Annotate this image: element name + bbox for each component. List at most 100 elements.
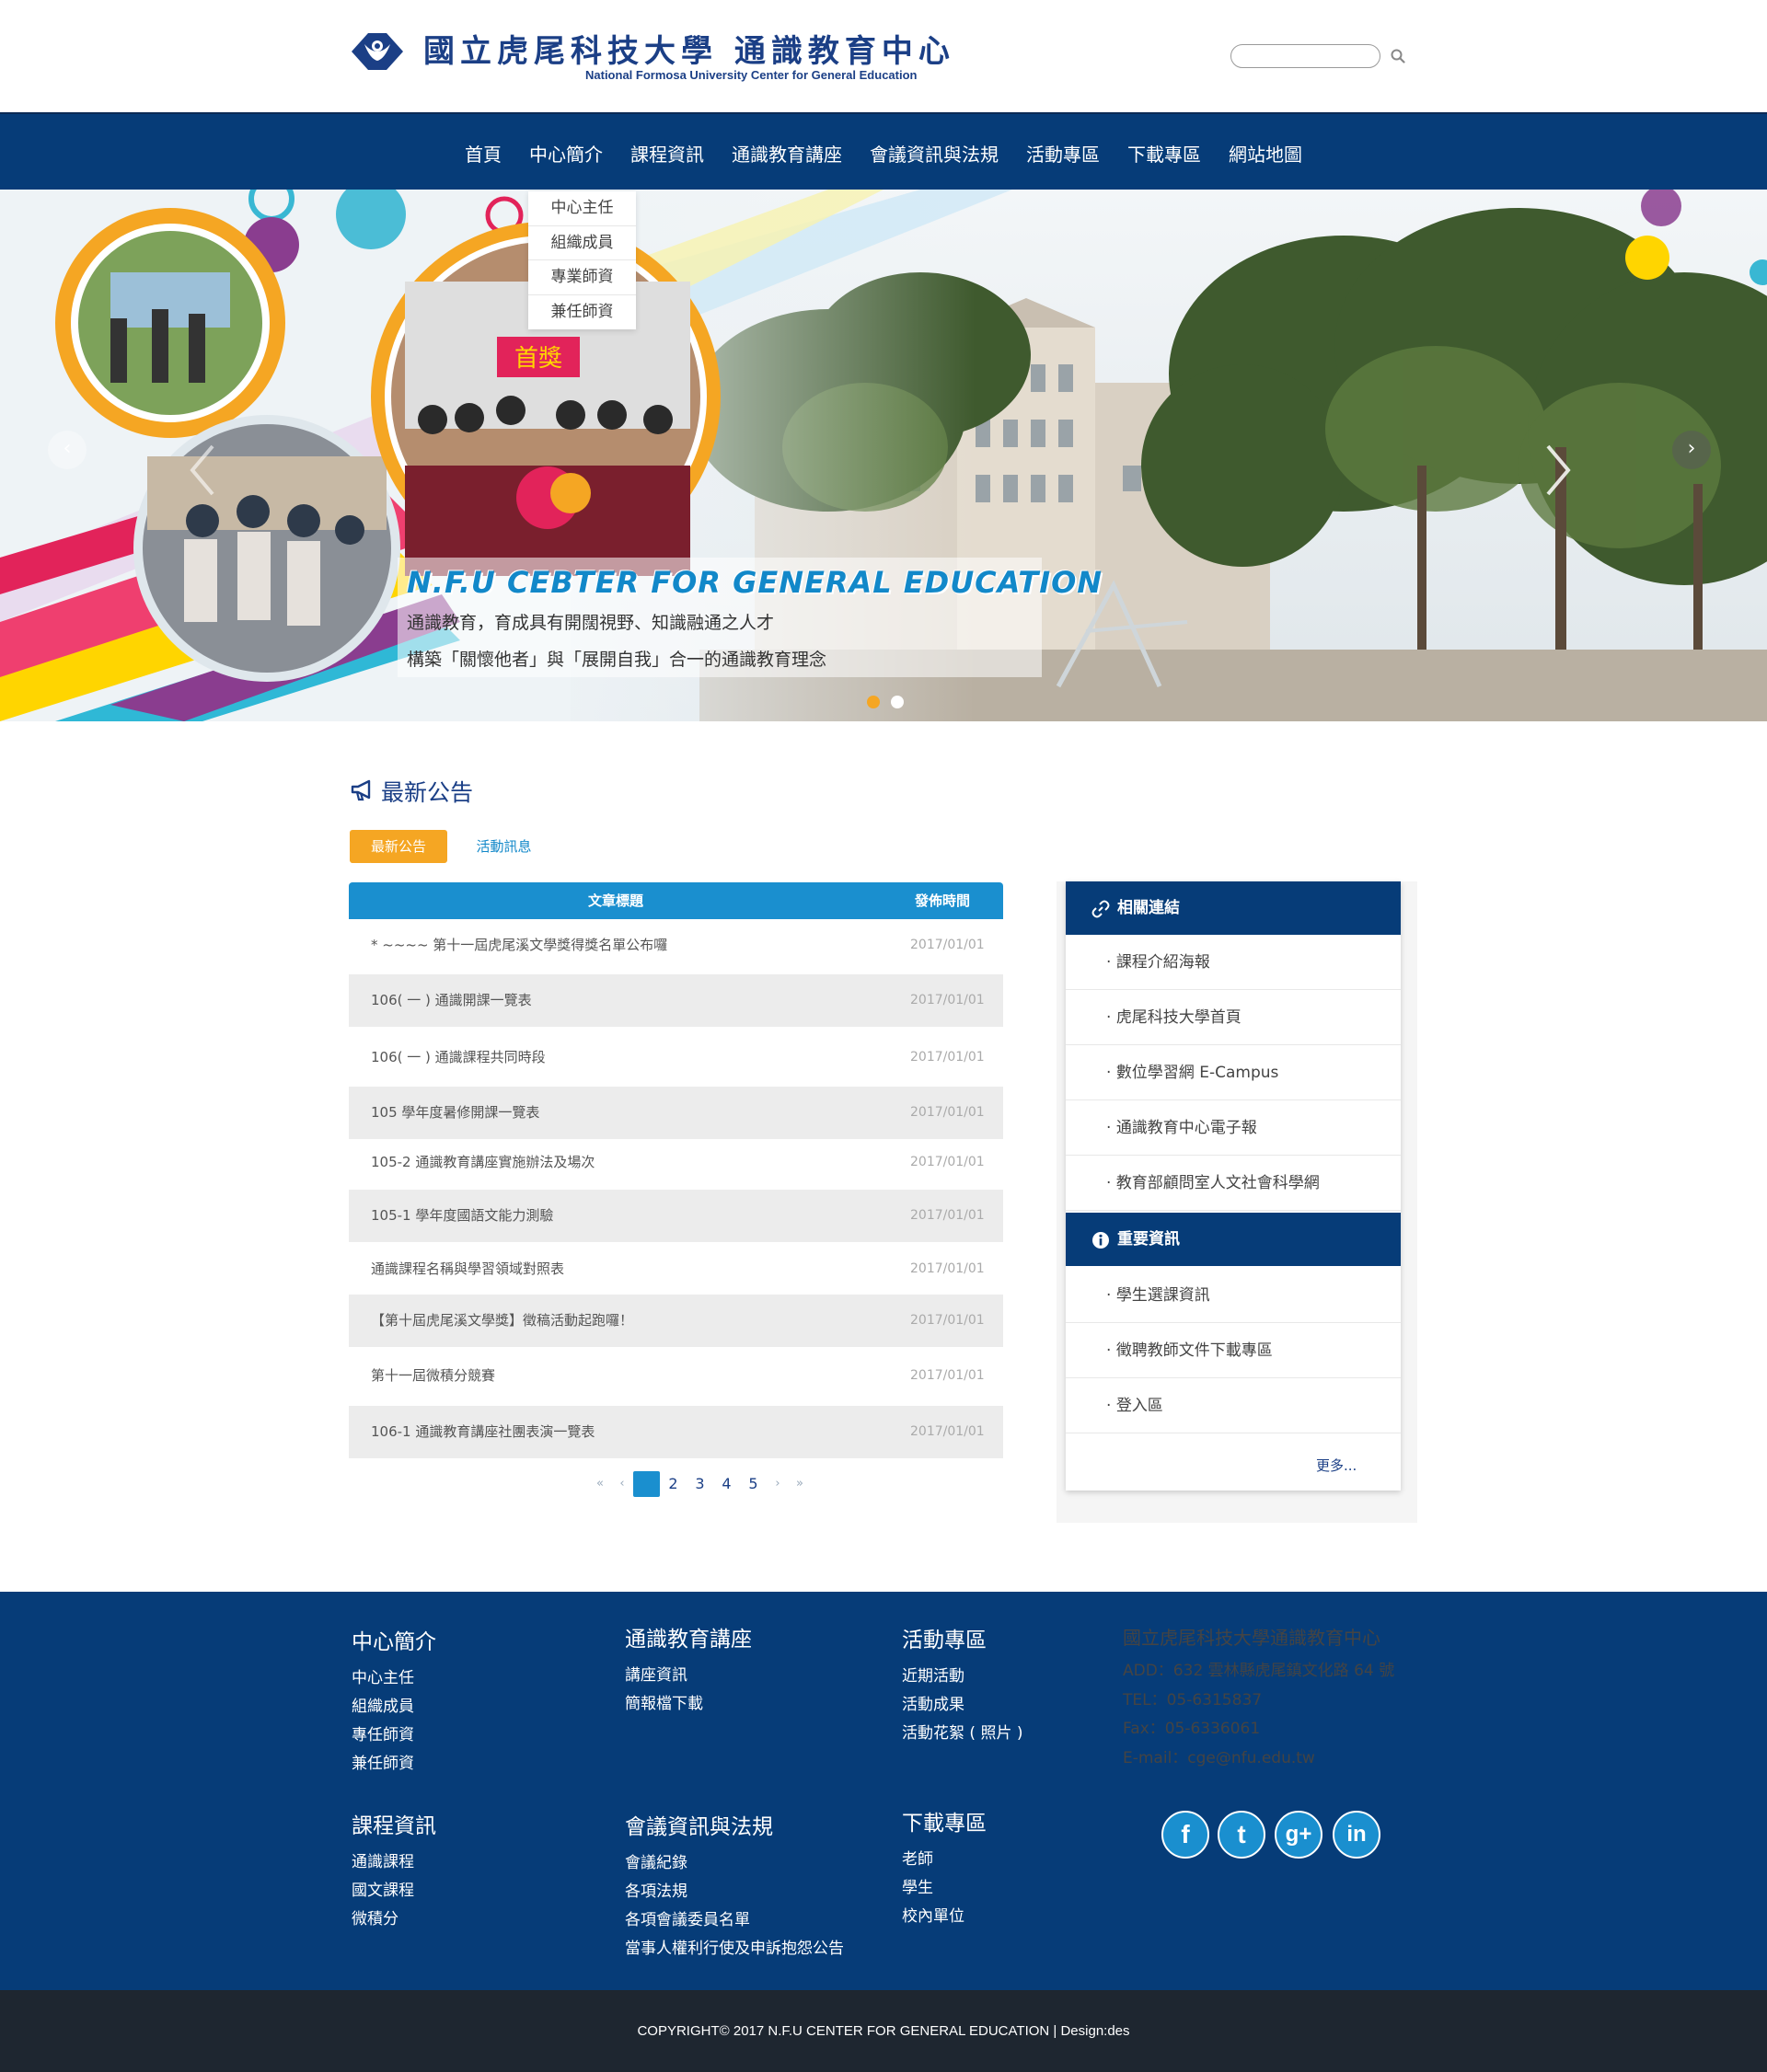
pagination-page-1[interactable]: 1	[633, 1471, 660, 1497]
carousel-prev-button[interactable]: ‹	[48, 431, 87, 469]
search-icon[interactable]	[1390, 48, 1406, 64]
pagination-last-button[interactable]: »	[789, 1471, 811, 1497]
photo-banner-text: 首獎	[514, 345, 562, 373]
footer-link-rights-complaints[interactable]: 當事人權利行使及申訴抱怨公告	[625, 1935, 844, 1963]
footer-link-recent-activities[interactable]: 近期活動	[902, 1663, 1022, 1691]
hero-caption: N.F.U CEBTER FOR GENERAL EDUCATION 通識教育，…	[398, 559, 1102, 670]
about-dropdown-menu: 中心主任 組織成員 專業師資 兼任師資	[528, 191, 636, 329]
google-plus-icon[interactable]: g+	[1275, 1811, 1322, 1859]
row-title[interactable]: 105 學年度暑修開課一覽表	[371, 1087, 539, 1139]
related-link-newsletter[interactable]: · 通識教育中心電子報	[1066, 1100, 1401, 1156]
related-link-ecampus[interactable]: · 數位學習網 E-Campus	[1066, 1045, 1401, 1100]
footer-col-lectures: 通識教育講座 講座資訊 簡報檔下載	[625, 1621, 752, 1719]
copyright-bar: COPYRIGHT© 2017 N.F.U CENTER FOR GENERAL…	[0, 1990, 1767, 2072]
twitter-icon[interactable]: t	[1218, 1811, 1265, 1859]
info-link-course-selection[interactable]: · 學生選課資訊	[1066, 1268, 1401, 1323]
table-row[interactable]: 第十一屆微積分競賽 2017/01/01	[349, 1350, 1003, 1402]
related-links-title: 相關連結	[1117, 899, 1180, 917]
nav-item-downloads[interactable]: 下載專區	[1114, 140, 1215, 167]
table-row[interactable]: * ~~~~ 第十一屆虎尾溪文學獎得獎名單公布囉 2017/01/01	[349, 919, 1003, 972]
footer-link-chinese-courses[interactable]: 國文課程	[352, 1877, 436, 1905]
row-title[interactable]: 通識課程名稱與學習領域對照表	[371, 1243, 564, 1295]
footer-link-regulations[interactable]: 各項法規	[625, 1878, 844, 1906]
table-row[interactable]: 【第十屆虎尾溪文學獎】徵稿活動起跑囉！ 2017/01/01	[349, 1295, 1003, 1347]
footer-link-slides-download[interactable]: 簡報檔下載	[625, 1690, 752, 1719]
table-row[interactable]: 106( 一 ) 通識開課一覽表 2017/01/01	[349, 974, 1003, 1027]
logo-english-name: National Formosa University Center for G…	[585, 68, 918, 82]
dropdown-item-director[interactable]: 中心主任	[528, 191, 636, 226]
nav-item-home[interactable]: 首頁	[451, 140, 515, 167]
footer-link-calculus[interactable]: 微積分	[352, 1905, 436, 1934]
more-link[interactable]: 更多...	[1316, 1456, 1357, 1475]
footer-link-teachers[interactable]: 老師	[902, 1846, 987, 1874]
linkedin-icon[interactable]: in	[1333, 1811, 1380, 1859]
table-row[interactable]: 105 學年度暑修開課一覽表 2017/01/01	[349, 1087, 1003, 1139]
nav-item-activities[interactable]: 活動專區	[1012, 140, 1114, 167]
chevron-right-icon[interactable]	[1544, 443, 1572, 498]
pagination-next-button[interactable]: ›	[767, 1471, 789, 1497]
pagination-page-2[interactable]: 2	[660, 1471, 687, 1497]
dropdown-item-members[interactable]: 組織成員	[528, 226, 636, 260]
footer-link-lecture-info[interactable]: 講座資訊	[625, 1662, 752, 1690]
related-link-course-poster[interactable]: · 課程介紹海報	[1066, 935, 1401, 990]
dropdown-item-adjunct-faculty[interactable]: 兼任師資	[528, 295, 636, 330]
nav-item-about[interactable]: 中心簡介	[515, 140, 617, 167]
info-link-faculty-recruitment[interactable]: · 徵聘教師文件下載專區	[1066, 1323, 1401, 1378]
tab-latest-news[interactable]: 最新公告	[350, 830, 447, 863]
chevron-left-icon[interactable]	[189, 443, 216, 498]
related-link-moe-humanities[interactable]: · 教育部顧問室人文社會科學網	[1066, 1156, 1401, 1211]
table-row[interactable]: 通識課程名稱與學習領域對照表 2017/01/01	[349, 1243, 1003, 1295]
footer-link-committee-list[interactable]: 各項會議委員名單	[625, 1906, 844, 1935]
row-date: 2017/01/01	[910, 1424, 985, 1439]
nav-item-lectures[interactable]: 通識教育講座	[718, 140, 856, 167]
pagination-prev-button[interactable]: ‹	[611, 1471, 633, 1497]
dropdown-item-faculty[interactable]: 專業師資	[528, 260, 636, 295]
pagination-page-5[interactable]: 5	[740, 1471, 767, 1497]
row-title[interactable]: * ~~~~ 第十一屆虎尾溪文學獎得獎名單公布囉	[371, 919, 667, 972]
site-footer	[0, 1592, 1767, 1990]
tab-activity-news[interactable]: 活動訊息	[460, 830, 548, 863]
carousel-next-button[interactable]: ›	[1672, 431, 1711, 469]
site-logo[interactable]: 國立虎尾科技大學 通識教育中心 National Formosa Univers…	[348, 24, 950, 88]
row-date: 2017/01/01	[910, 1368, 985, 1383]
footer-link-students[interactable]: 學生	[902, 1874, 987, 1903]
table-row[interactable]: 106-1 通識教育講座社團表演一覽表 2017/01/01	[349, 1406, 1003, 1458]
footer-link-director[interactable]: 中心主任	[352, 1664, 436, 1693]
footer-link-activity-results[interactable]: 活動成果	[902, 1691, 1022, 1720]
row-title[interactable]: 106( 一 ) 通識開課一覽表	[371, 974, 532, 1027]
footer-link-campus-units[interactable]: 校內單位	[902, 1903, 987, 1931]
carousel-dot-2[interactable]	[891, 696, 904, 708]
hero-line-1: 通識教育，育成具有開闊視野、知識融通之人才	[407, 613, 775, 633]
pagination-page-4[interactable]: 4	[713, 1471, 740, 1497]
nav-item-meetings-regulations[interactable]: 會議資訊與法規	[856, 140, 1012, 167]
row-title[interactable]: 105-1 學年度國語文能力測驗	[371, 1190, 553, 1242]
search-input[interactable]	[1230, 44, 1380, 68]
pagination-page-3[interactable]: 3	[687, 1471, 713, 1497]
row-title[interactable]: 106( 一 ) 通識課程共同時段	[371, 1031, 546, 1084]
footer-link-meeting-minutes[interactable]: 會議紀錄	[625, 1849, 844, 1878]
site-header: 國立虎尾科技大學 通識教育中心 National Formosa Univers…	[0, 0, 1767, 112]
nav-item-sitemap[interactable]: 網站地圖	[1215, 140, 1316, 167]
footer-email[interactable]: E-mail：cge@nfu.edu.tw	[1123, 1744, 1394, 1774]
footer-link-fulltime-faculty[interactable]: 專任師資	[352, 1721, 436, 1750]
row-title[interactable]: 第十一屆微積分競賽	[371, 1350, 495, 1402]
footer-link-members[interactable]: 組織成員	[352, 1693, 436, 1721]
info-link-login[interactable]: · 登入區	[1066, 1378, 1401, 1433]
table-row[interactable]: 105-2 通識教育講座實施辦法及場次 2017/01/01	[349, 1136, 1003, 1189]
row-title[interactable]: 106-1 通識教育講座社團表演一覽表	[371, 1406, 595, 1458]
table-row[interactable]: 105-1 學年度國語文能力測驗 2017/01/01	[349, 1190, 1003, 1242]
hero-carousel: 首獎 中心主任 組織成員 專業師資 兼任師資 N.F.U CEBTER FOR …	[0, 190, 1767, 721]
facebook-icon[interactable]: f	[1161, 1811, 1209, 1859]
row-date: 2017/01/01	[910, 1261, 985, 1276]
row-title[interactable]: 【第十屆虎尾溪文學獎】徵稿活動起跑囉！	[371, 1295, 633, 1347]
related-link-university-home[interactable]: · 虎尾科技大學首頁	[1066, 990, 1401, 1045]
table-row[interactable]: 106( 一 ) 通識課程共同時段 2017/01/01	[349, 1031, 1003, 1084]
row-title[interactable]: 105-2 通識教育講座實施辦法及場次	[371, 1136, 595, 1189]
footer-link-general-courses[interactable]: 通識課程	[352, 1848, 436, 1877]
nav-item-courses[interactable]: 課程資訊	[617, 140, 718, 167]
pagination-first-button[interactable]: «	[589, 1471, 611, 1497]
footer-col-activities: 活動專區 近期活動 活動成果 活動花絮 ( 照片 )	[902, 1622, 1022, 1748]
footer-link-adjunct-faculty[interactable]: 兼任師資	[352, 1750, 436, 1778]
footer-link-activity-photos[interactable]: 活動花絮 ( 照片 )	[902, 1720, 1022, 1748]
carousel-dot-1[interactable]	[867, 696, 880, 708]
